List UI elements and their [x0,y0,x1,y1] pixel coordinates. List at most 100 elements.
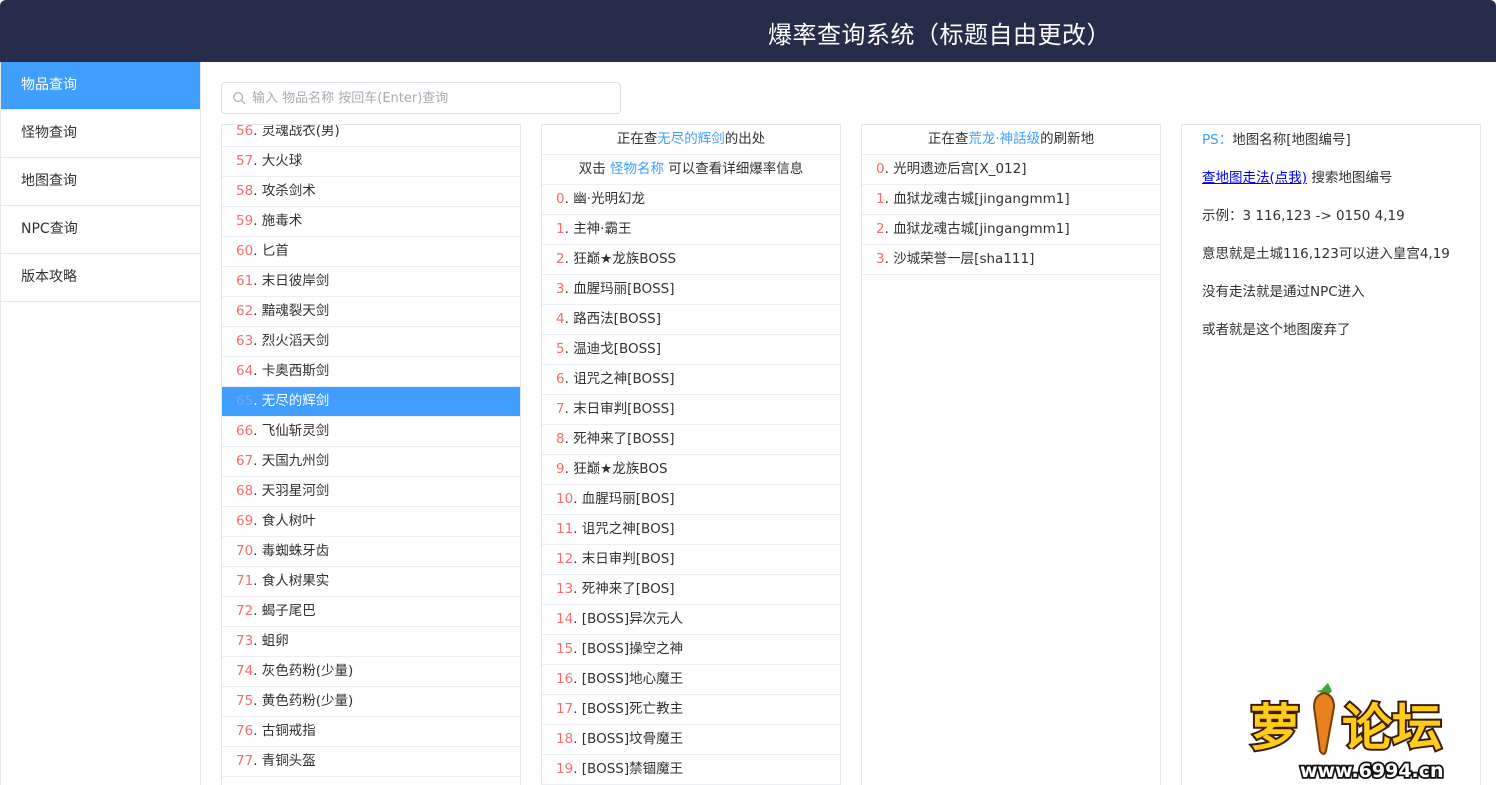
search-input[interactable] [252,83,614,113]
abandoned-note: 或者就是这个地图废弃了 [1202,322,1351,338]
row-index: 6 [556,371,565,387]
row-separator: . [564,251,574,267]
item-row[interactable]: 73. 蛆卵 [222,627,520,657]
item-row[interactable]: 76. 古铜戒指 [222,717,520,747]
row-label: 施毒术 [261,213,303,229]
row-separator: . [564,341,574,357]
row-label: 飞仙斩灵剑 [261,423,330,439]
monster-row[interactable]: 1. 主神·霸王 [542,215,840,245]
item-row[interactable]: 59. 施毒术 [222,207,520,237]
row-index: 16 [556,671,574,687]
map-row[interactable]: 2. 血狱龙魂古城[jingangmm1] [862,215,1160,245]
row-label: [BOSS]坟骨魔王 [581,731,684,747]
row-separator: . [253,573,262,589]
sidebar-item-0[interactable]: 物品查询 [1,62,200,110]
row-separator: . [253,663,262,679]
item-row[interactable]: 60. 匕首 [222,237,520,267]
row-separator: . [564,281,574,297]
item-row[interactable]: 67. 天国九州剑 [222,447,520,477]
row-index: 18 [556,731,574,747]
item-row[interactable]: 63. 烈火滔天剑 [222,327,520,357]
meaning-note: 意思就是土城116,123可以进入皇宫4,19 [1202,246,1450,262]
item-row[interactable]: 68. 天羽星河剑 [222,477,520,507]
monster-row[interactable]: 0. 幽·光明幻龙 [542,185,840,215]
monster-row[interactable]: 15. [BOSS]操空之神 [542,635,840,665]
monster-row[interactable]: 17. [BOSS]死亡教主 [542,695,840,725]
map-row[interactable]: 0. 光明遗迹后宫[X_012] [862,155,1160,185]
row-separator: . [253,333,262,349]
ps-note: PS：地图名称[地图编号] [1202,132,1351,148]
row-index: 5 [556,341,565,357]
monster-row[interactable]: 7. 末日审判[BOSS] [542,395,840,425]
item-row[interactable]: 57. 大火球 [222,147,520,177]
monster-row[interactable]: 19. [BOSS]禁锢魔王 [542,755,840,785]
row-separator: . [884,161,894,177]
monster-panel-hint: 双击 怪物名称 可以查看详细爆率信息 [542,155,840,185]
row-index: 75 [236,693,254,709]
item-row[interactable]: 65. 无尽的辉剑 [222,387,520,417]
monster-row[interactable]: 9. 狂巅★龙族BOS [542,455,840,485]
sidebar-item-3[interactable]: NPC查询 [1,206,200,254]
row-label: 沙城荣誉一层[sha111] [893,251,1035,267]
page-title: 爆率查询系统（标题自由更改） [768,21,1111,49]
row-label: 诅咒之神[BOSS] [573,371,675,387]
row-index: 60 [236,243,254,259]
monster-source-panel: 正在查无尽的辉剑的出处 双击 怪物名称 可以查看详细爆率信息 0. 幽·光明幻龙… [541,124,841,785]
forum-watermark-logo: 萝 论坛 www.6994.cn [1248,683,1445,783]
sidebar-item-4[interactable]: 版本攻略 [1,254,200,302]
row-index: 0 [556,191,565,207]
item-row[interactable]: 70. 毒蜘蛛牙齿 [222,537,520,567]
monster-row[interactable]: 3. 血腥玛丽[BOSS] [542,275,840,305]
monster-row[interactable]: 18. [BOSS]坟骨魔王 [542,725,840,755]
row-separator: . [253,153,262,169]
monster-row[interactable]: 11. 诅咒之神[BOS] [542,515,840,545]
monster-row[interactable]: 12. 末日审判[BOS] [542,545,840,575]
monster-row[interactable]: 13. 死神来了[BOS] [542,575,840,605]
monster-row[interactable]: 2. 狂巅★龙族BOSS [542,245,840,275]
row-label: 主神·霸王 [573,221,632,237]
item-row[interactable]: 69. 食人树叶 [222,507,520,537]
map-row[interactable]: 3. 沙城荣誉一层[sha111] [862,245,1160,275]
row-label: 血腥玛丽[BOSS] [573,281,675,297]
monster-row[interactable]: 10. 血腥玛丽[BOS] [542,485,840,515]
row-index: 0 [876,161,885,177]
row-index: 67 [236,453,254,469]
item-row[interactable]: 74. 灰色药粉(少量) [222,657,520,687]
monster-row[interactable]: 6. 诅咒之神[BOSS] [542,365,840,395]
monster-row[interactable]: 5. 温迪戈[BOSS] [542,335,840,365]
row-separator: . [564,461,574,477]
row-separator: . [573,551,582,567]
no-path-note: 没有走法就是通过NPC进入 [1202,284,1365,300]
item-search-box[interactable] [221,82,621,114]
monster-row[interactable]: 4. 路西法[BOSS] [542,305,840,335]
item-row[interactable]: 71. 食人树果实 [222,567,520,597]
item-list: 56. 灵魂战衣(男) 57. 大火球 58. 攻杀剑术 59. 施毒术 60. 匕首 6… [222,125,520,777]
row-index: 1 [876,191,885,207]
item-row[interactable]: 62. 黯魂裂天剑 [222,297,520,327]
sidebar-item-1[interactable]: 怪物查询 [1,110,200,158]
item-row[interactable]: 72. 蝎子尾巴 [222,597,520,627]
row-separator: . [253,483,262,499]
row-separator: . [573,521,582,537]
monster-row[interactable]: 8. 死神来了[BOSS] [542,425,840,455]
map-path-link[interactable]: 查地图走法(点我) [1202,170,1307,186]
row-index: 13 [556,581,574,597]
row-label: 诅咒之神[BOS] [581,521,675,537]
row-label: [BOSS]死亡教主 [581,701,684,717]
sidebar-item-2[interactable]: 地图查询 [1,158,200,206]
item-row[interactable]: 77. 青铜头盔 [222,747,520,777]
monster-row[interactable]: 14. [BOSS]异次元人 [542,605,840,635]
item-row[interactable]: 75. 黄色药粉(少量) [222,687,520,717]
row-index: 65 [236,393,254,409]
item-row[interactable]: 58. 攻杀剑术 [222,177,520,207]
item-row[interactable]: 56. 灵魂战衣(男) [222,125,520,147]
monster-row[interactable]: 16. [BOSS]地心魔王 [542,665,840,695]
item-row[interactable]: 61. 末日彼岸剑 [222,267,520,297]
row-label: 死神来了[BOS] [581,581,675,597]
item-row[interactable]: 64. 卡奥西斯剑 [222,357,520,387]
row-label: [BOSS]异次元人 [581,611,684,627]
item-row[interactable]: 66. 飞仙斩灵剑 [222,417,520,447]
map-row[interactable]: 1. 血狱龙魂古城[jingangmm1] [862,185,1160,215]
row-label: 蝎子尾巴 [261,603,316,619]
row-label: 大火球 [261,153,303,169]
